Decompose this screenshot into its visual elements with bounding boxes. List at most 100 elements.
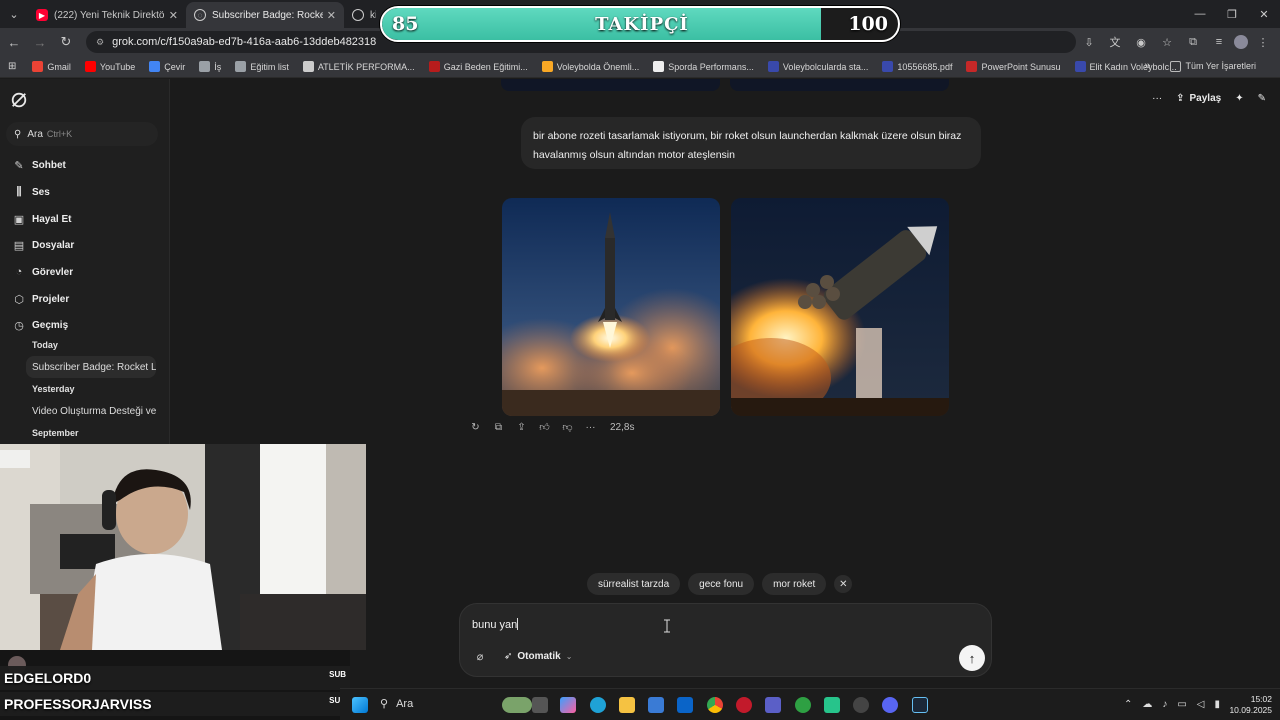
- bookmark-favicon-icon: [966, 61, 978, 72]
- menu-icon[interactable]: ⋮: [1252, 30, 1274, 54]
- outlook-icon[interactable]: [677, 697, 693, 713]
- chevron-right-icon[interactable]: »: [1144, 60, 1150, 72]
- teams-icon[interactable]: [765, 697, 781, 713]
- bookmark-item[interactable]: Eğitim list: [235, 61, 289, 72]
- opera-icon[interactable]: [736, 697, 752, 713]
- more-options-icon[interactable]: ···: [1152, 93, 1162, 104]
- grok-favicon-icon: ◌: [194, 9, 206, 21]
- translate-icon[interactable]: 文: [1104, 30, 1126, 54]
- history-item-video[interactable]: Video Oluşturma Desteği ve: [26, 400, 156, 422]
- bookmark-item[interactable]: Voleybolda Önemli...: [541, 61, 639, 72]
- bookmark-item[interactable]: Sporda Performans...: [653, 61, 754, 72]
- widgets-icon[interactable]: [502, 697, 532, 713]
- copilot-icon[interactable]: [560, 697, 576, 713]
- profile-avatar[interactable]: [1234, 35, 1248, 49]
- bookmark-favicon-icon: [1074, 61, 1086, 72]
- close-icon[interactable]: ✕: [1248, 0, 1280, 28]
- store-icon[interactable]: [648, 697, 664, 713]
- bookmark-item[interactable]: Gazi Beden Eğitimi...: [428, 61, 528, 72]
- close-tab-icon[interactable]: ✕: [327, 9, 336, 22]
- regenerate-icon[interactable]: ↻: [470, 422, 481, 433]
- speaker-icon[interactable]: ◁: [1197, 699, 1205, 710]
- bookmark-item[interactable]: Çevir: [149, 61, 185, 72]
- share-response-icon[interactable]: ⇪: [516, 422, 527, 433]
- task-view-icon[interactable]: [532, 697, 548, 713]
- microphone-icon[interactable]: ♪: [1162, 699, 1167, 710]
- search-input[interactable]: ⚲ Ara Ctrl+K: [6, 122, 158, 146]
- send-button[interactable]: ↑: [959, 645, 985, 671]
- thumbs-up-icon[interactable]: 👍︎: [539, 421, 550, 433]
- bookmark-item[interactable]: PowerPoint Sunusu: [966, 61, 1061, 72]
- cloud-icon[interactable]: ☁: [1142, 699, 1152, 710]
- chrome-icon[interactable]: [707, 697, 723, 713]
- close-tab-icon[interactable]: ✕: [169, 9, 178, 22]
- reload-icon[interactable]: ↻: [54, 30, 78, 54]
- bookmark-item[interactable]: İş: [199, 61, 221, 72]
- globe-icon: [352, 9, 364, 21]
- sidebar-item-icon: ▣: [13, 213, 25, 226]
- bookmark-favicon-icon: [653, 61, 665, 72]
- sidebar-item-icon: ◷: [14, 319, 24, 332]
- sidebar-item-dosyalar[interactable]: ▤ Dosyalar: [12, 236, 74, 254]
- sidebar-item-sohbet[interactable]: ✎ Sohbet: [12, 156, 66, 174]
- new-chat-icon[interactable]: ✎: [1258, 93, 1266, 104]
- obs-app-icon[interactable]: [824, 697, 840, 713]
- back-icon[interactable]: ←: [2, 30, 26, 54]
- taskbar-search[interactable]: ⚲ Ara: [380, 697, 413, 711]
- thumbs-down-icon[interactable]: 👎︎: [562, 421, 573, 433]
- steam-icon[interactable]: [912, 697, 928, 713]
- install-app-icon[interactable]: ⇩: [1078, 30, 1100, 54]
- dismiss-suggestions-icon[interactable]: ✕: [834, 575, 853, 593]
- apps-icon[interactable]: ⊞: [8, 61, 16, 72]
- windows-start-icon[interactable]: [352, 697, 368, 713]
- share-button[interactable]: ⇪ Paylaş: [1176, 93, 1221, 104]
- bookmark-star-icon[interactable]: ☆: [1156, 30, 1178, 54]
- tab-search-icon[interactable]: ⌄: [0, 0, 28, 28]
- generated-image-1[interactable]: [502, 198, 720, 416]
- bookmark-item[interactable]: YouTube: [84, 61, 135, 72]
- chevron-up-icon[interactable]: ⌃: [1124, 699, 1132, 710]
- restore-icon[interactable]: ❐: [1216, 0, 1248, 28]
- sidebar-item-görevler[interactable]: ◔ Görevler: [12, 263, 73, 281]
- app-icon[interactable]: [853, 697, 869, 713]
- discord-icon[interactable]: [882, 697, 898, 713]
- extensions-icon[interactable]: ⧉: [1182, 30, 1204, 54]
- media-icon[interactable]: ≡: [1208, 30, 1230, 54]
- search-icon: ⚲: [380, 698, 389, 710]
- copy-icon[interactable]: ⧉: [493, 422, 504, 433]
- more-icon[interactable]: ···: [585, 422, 596, 433]
- suggestion-chip[interactable]: sürrealist tarzda: [587, 573, 681, 595]
- pin-icon[interactable]: ✦: [1235, 93, 1243, 104]
- bookmark-item[interactable]: ATLETİK PERFORMA...: [302, 61, 415, 72]
- tab-grok[interactable]: ◌ Subscriber Badge: Rocket Launc ✕: [186, 2, 344, 28]
- xbox-icon[interactable]: [795, 697, 811, 713]
- grok-logo-icon[interactable]: [10, 91, 28, 109]
- tab-youtube[interactable]: ▶ (222) Yeni Teknik Direktörümüz ✕: [28, 2, 186, 28]
- sidebar-item-ses[interactable]: ⫼ Ses: [12, 183, 49, 201]
- sidebar-item-projeler[interactable]: ⬡ Projeler: [12, 290, 69, 308]
- all-bookmarks[interactable]: Tüm Yer İşaretleri: [1170, 60, 1256, 72]
- message-input[interactable]: bunu yan: [472, 618, 519, 631]
- sidebar-item-hayal-et[interactable]: ▣ Hayal Et: [12, 210, 72, 228]
- generated-image-2[interactable]: [731, 198, 949, 416]
- clock[interactable]: 15:02 10.09.2025: [1229, 694, 1272, 716]
- minimize-icon[interactable]: —: [1184, 0, 1216, 28]
- message-composer[interactable]: bunu yan ⌀ ➶ Otomatik ⌄ ↑: [459, 603, 992, 677]
- suggestion-chip[interactable]: mor roket: [762, 573, 827, 595]
- suggestion-chip[interactable]: gece fonu: [688, 573, 755, 595]
- bookmark-item[interactable]: Gmail: [32, 61, 71, 72]
- edge-icon[interactable]: [590, 697, 606, 713]
- eye-off-icon[interactable]: ◉: [1130, 30, 1152, 54]
- file-explorer-icon[interactable]: [619, 697, 635, 713]
- sidebar-item-geçmiş[interactable]: ◷ Geçmiş: [12, 316, 68, 334]
- tab-kick[interactable]: kick: [344, 2, 384, 28]
- mode-selector[interactable]: ➶ Otomatik ⌄: [504, 651, 572, 662]
- bookmark-item[interactable]: Voleybolcularda sta...: [767, 61, 868, 72]
- battery-icon[interactable]: ▮: [1214, 699, 1220, 710]
- bookmark-item[interactable]: 10556685.pdf: [882, 61, 952, 72]
- attach-icon[interactable]: ⌀: [472, 650, 488, 666]
- display-icon[interactable]: ▭: [1177, 699, 1186, 710]
- forward-icon[interactable]: →: [28, 30, 52, 54]
- site-info-icon[interactable]: ⚙: [96, 37, 104, 48]
- history-item-subscriber-badge[interactable]: Subscriber Badge: Rocket L: [26, 356, 156, 378]
